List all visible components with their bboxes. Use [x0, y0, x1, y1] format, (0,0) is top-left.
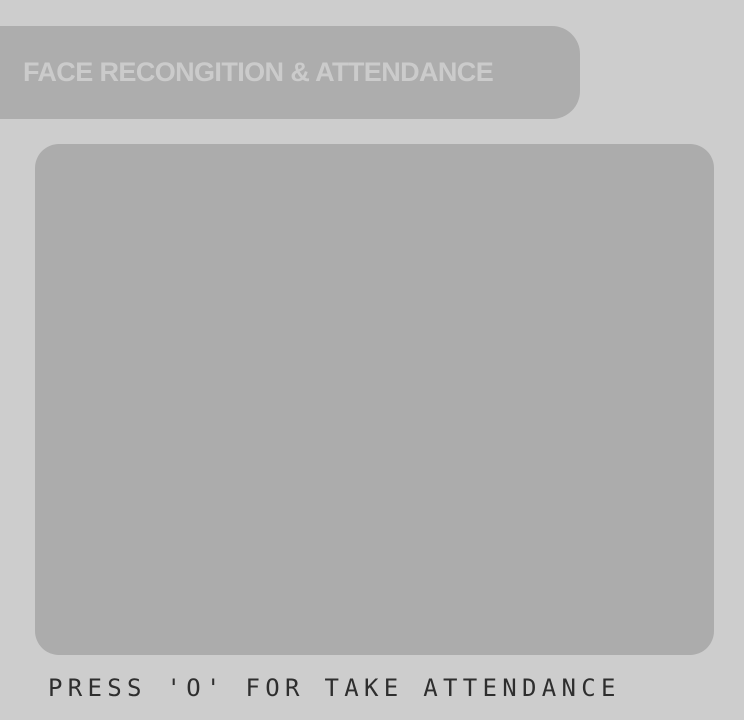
- app-title: FACE RECONGITION & ATTENDANCE: [23, 57, 494, 87]
- camera-feed-panel: [35, 144, 714, 655]
- attendance-instruction: PRESS 'O' FOR TAKE ATTENDANCE: [48, 674, 621, 702]
- title-banner: FACE RECONGITION & ATTENDANCE: [0, 26, 580, 119]
